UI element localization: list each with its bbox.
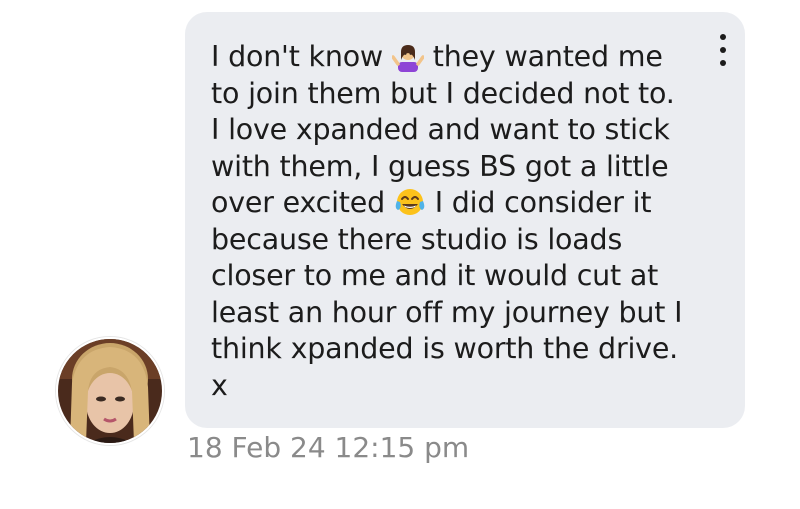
message-line: because there studio is loads (211, 222, 623, 256)
sender-avatar[interactable] (56, 337, 164, 445)
message-text-segment: I did consider it (425, 186, 652, 219)
vertical-ellipsis-icon (720, 34, 726, 40)
message-line: with them, I guess BS got a little (211, 149, 669, 183)
message-line: to join them but I decided not to. (211, 76, 675, 110)
message-text: I don't know they wanted me to join them… (211, 39, 701, 404)
avatar-photo (58, 339, 162, 443)
person-shrugging-emoji (391, 45, 424, 72)
more-options-button[interactable] (711, 32, 735, 68)
ellipsis-dot (720, 60, 726, 66)
message-line: I love xpanded and want to stick (211, 113, 670, 146)
ellipsis-dot (720, 47, 726, 53)
message-line: least an hour off my journey but I (211, 295, 683, 329)
message-text-segment: they wanted me (423, 40, 663, 73)
message-bubble[interactable]: I don't know they wanted me to join them… (185, 12, 745, 428)
message-line: over excited I did consider it (211, 185, 701, 222)
message-line: closer to me and it would cut at (211, 259, 659, 292)
tears-of-joy-emoji (395, 189, 425, 215)
message-text-segment: over excited (211, 186, 394, 219)
message-line: think xpanded is worth the drive. (211, 332, 679, 365)
message-line: I don't know they wanted me (211, 39, 701, 76)
message-line: x (211, 368, 228, 402)
message-text-segment: I don't know (211, 40, 392, 73)
message-timestamp: 18 Feb 24 12:15 pm (187, 431, 470, 464)
